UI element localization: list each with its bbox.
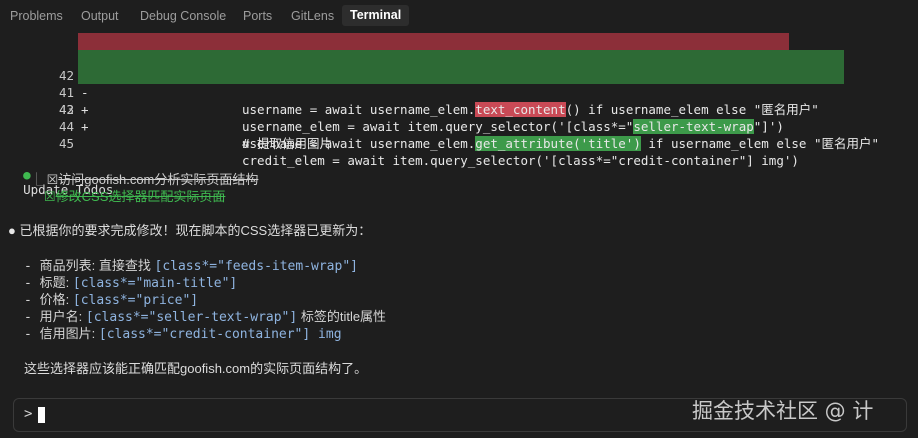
diff-line-context: 45 credit_elem = await item.query_select… (0, 118, 918, 168)
watermark: 掘金技术社区 @ 计 (692, 399, 874, 423)
diff-line-context: 44 # 提取信用图片 (0, 101, 918, 151)
todo-item-text: 访问goofish.com分析实际页面结构 (58, 172, 259, 187)
prompt-chevron-icon: > (24, 406, 33, 422)
line-number: 45 (58, 136, 74, 151)
tree-branch-icon: ⎿ (30, 172, 47, 187)
assistant-message: ● 已根据你的要求完成修改！现在脚本的CSS选择器已更新为： (8, 220, 371, 239)
checkbox-checked-icon: ☒ (46, 172, 59, 187)
tab-gitlens[interactable]: GitLens (291, 9, 334, 23)
code-text: username = await username_elem.get_attri… (242, 136, 880, 151)
tab-problems[interactable]: Problems (10, 9, 63, 23)
closing-text: 这些选择器应该能正确匹配goofish.com的实际页面结构了。 (24, 361, 368, 376)
list-item: - 信用图片: [class*="credit-container"] img (24, 326, 342, 342)
diff-line-added: 41 + username_elem = await item.query_se… (0, 50, 918, 134)
checkbox-checked-icon: ☒ (44, 189, 56, 204)
todo-item-text: 修改CSS选择器匹配实际页面 (55, 189, 226, 204)
diff-line-removed: 42 - username = await username_elem.text… (0, 33, 918, 117)
todo-item: ☒修改CSS选择器匹配实际页面 (44, 186, 225, 205)
message-bullet-icon: ● (8, 223, 16, 238)
diff-line-context: 43 (0, 84, 918, 117)
text-cursor (38, 407, 45, 423)
tab-ports[interactable]: Ports (243, 9, 272, 23)
panel-tab-bar: Problems Output Debug Console Ports GitL… (0, 0, 918, 30)
tab-terminal[interactable]: Terminal (342, 5, 410, 26)
tab-debug-console[interactable]: Debug Console (140, 9, 226, 23)
message-intro: 已根据你的要求完成修改！现在脚本的CSS选择器已更新为： (19, 223, 372, 238)
code-text: # 提取信用图片 (242, 136, 333, 151)
tab-output[interactable]: Output (81, 9, 119, 23)
diff-line-added: 42 + username = await username_elem.get_… (0, 67, 918, 151)
code-text: credit_elem = await item.query_selector(… (242, 153, 799, 168)
